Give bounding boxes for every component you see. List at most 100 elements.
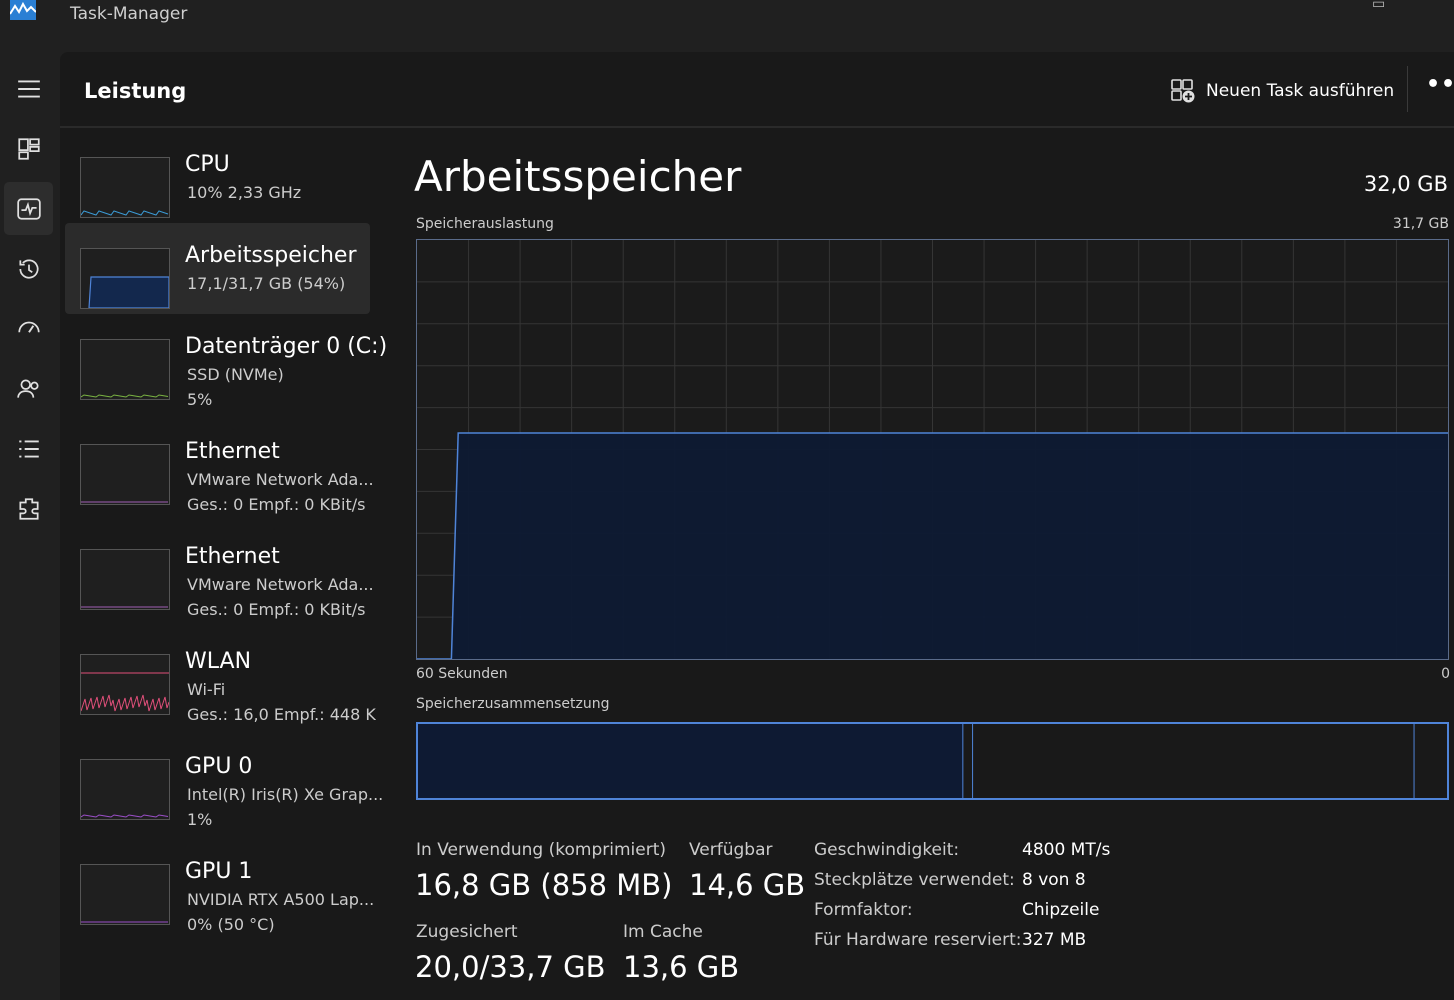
hardware-reserved-key: Für Hardware reserviert:: [814, 930, 1022, 950]
device-name: Ethernet: [185, 439, 280, 464]
device-item[interactable]: CPU 10% 2,33 GHz: [65, 132, 370, 223]
form-factor-key: Formfaktor:: [814, 900, 913, 920]
page-header: Leistung Neuen Task ausführen •••: [60, 52, 1454, 128]
device-detail-line: Wi-Fi: [187, 680, 226, 699]
available-value: 14,6 GB: [689, 868, 806, 902]
standby-segment: [973, 724, 1415, 798]
device-thumbnail-graph: [80, 339, 170, 400]
device-thumbnail-graph: [80, 444, 170, 505]
usage-chart-max: 31,7 GB: [1392, 216, 1449, 232]
speed-key: Geschwindigkeit:: [814, 840, 960, 860]
window-title: Task-Manager: [70, 4, 188, 24]
device-thumbnail-plot: [81, 210, 169, 216]
committed-value: 20,0/33,7 GB: [415, 950, 606, 984]
usage-chart-label: Speicherauslastung: [416, 216, 554, 232]
device-thumbnail-graph: [80, 248, 170, 309]
device-thumbnail-plot: [81, 672, 169, 712]
device-name: Datenträger 0 (C:): [185, 334, 388, 359]
device-name: GPU 0: [185, 754, 253, 779]
users-icon: [16, 378, 39, 398]
new-task-icon: [1171, 79, 1195, 103]
startup-apps-icon: [17, 321, 40, 333]
memory-usage-area: [417, 433, 1448, 659]
device-item[interactable]: Ethernet VMware Network Ada... Ges.: 0 Emp…: [65, 419, 374, 514]
device-detail-line: SSD (NVMe): [187, 365, 284, 384]
run-new-task-button[interactable]: Neuen Task ausführen: [1170, 76, 1394, 106]
device-item[interactable]: GPU 1 NVIDIA RTX A500 Lap... 0% (50 °C): [65, 839, 374, 934]
available-label: Verfügbar: [689, 840, 773, 860]
device-detail-line: 17,1/31,7 GB (54%): [187, 274, 346, 293]
device-name: GPU 1: [185, 859, 253, 884]
device-thumbnail-graph: [80, 759, 170, 820]
nav-app-history[interactable]: [4, 242, 53, 295]
device-name: WLAN: [185, 649, 252, 674]
total-capacity: 32,0 GB: [1363, 172, 1448, 196]
modified-segment: [963, 724, 974, 798]
time-axis-left-label: 60 Sekunden: [416, 666, 508, 682]
memory-composition-bar: [416, 722, 1449, 800]
header-separator: [1407, 66, 1408, 112]
device-item[interactable]: Datenträger 0 (C:) SSD (NVMe) 5%: [65, 314, 387, 409]
device-detail-line: Ges.: 16,0 Empf.: 448 K: [187, 705, 376, 724]
free-segment: [1414, 724, 1447, 798]
device-detail-line: VMware Network Ada...: [187, 575, 374, 594]
app-history-icon: [18, 258, 38, 279]
slots-used-value: 8 von 8: [1022, 870, 1086, 890]
device-item[interactable]: WLAN Wi-Fi Ges.: 16,0 Empf.: 448 K: [65, 629, 376, 724]
device-name: Ethernet: [185, 544, 280, 569]
nav-services[interactable]: [4, 482, 53, 535]
thumbnail-series: [81, 210, 169, 216]
device-item[interactable]: GPU 0 Intel(R) Iris(R) Xe Grap... 1%: [65, 734, 383, 829]
navigation-rail: [0, 52, 60, 1000]
time-axis-right-label: 0: [1441, 666, 1450, 682]
cached-label: Im Cache: [623, 922, 703, 942]
composition-label: Speicherzusammensetzung: [416, 696, 610, 712]
device-thumbnail-plot: [81, 921, 168, 923]
device-name: CPU: [185, 152, 230, 177]
speed-value: 4800 MT/s: [1022, 840, 1111, 860]
menu-button[interactable]: [4, 62, 53, 115]
nav-processes[interactable]: [4, 122, 53, 175]
nav-users[interactable]: [4, 362, 53, 415]
processes-icon: [17, 137, 40, 160]
device-detail-line: 5%: [187, 390, 213, 409]
hardware-reserved-value: 327 MB: [1022, 930, 1087, 950]
device-thumbnail-graph: [80, 157, 170, 218]
device-detail-line: 1%: [187, 810, 213, 829]
thumbnail-series: [81, 814, 169, 818]
main-panel: Leistung Neuen Task ausführen ••• CPU 10%…: [60, 52, 1454, 1000]
device-detail-line: 10% 2,33 GHz: [187, 183, 302, 202]
restore-button[interactable]: ▭: [1372, 0, 1385, 12]
thumbnail-series: [81, 694, 169, 712]
details-icon: [18, 439, 39, 458]
nav-details[interactable]: [4, 422, 53, 475]
more-options-button[interactable]: •••: [1426, 72, 1454, 97]
device-detail-line: Ges.: 0 Empf.: 0 KBit/s: [187, 495, 366, 514]
device-thumbnail-plot: [81, 501, 168, 503]
nav-performance[interactable]: [4, 182, 53, 235]
title-bar: Task-Manager ▭: [0, 0, 1454, 52]
device-thumbnail-plot: [81, 606, 168, 608]
slots-used-key: Steckplätze verwendet:: [814, 870, 1015, 890]
device-thumbnail-graph: [80, 654, 170, 715]
device-detail-line: VMware Network Ada...: [187, 470, 374, 489]
device-detail-line: Intel(R) Iris(R) Xe Grap...: [187, 785, 384, 804]
device-thumbnail-graph: [80, 864, 170, 925]
device-detail-line: NVIDIA RTX A500 Lap...: [187, 890, 375, 909]
run-new-task-label: Neuen Task ausführen: [1206, 81, 1395, 101]
services-icon: [18, 497, 39, 520]
committed-label: Zugesichert: [416, 922, 518, 942]
memory-usage-chart: [416, 239, 1449, 660]
device-item[interactable]: Ethernet VMware Network Ada... Ges.: 0 Emp…: [65, 524, 374, 619]
device-thumbnail-graph: [80, 549, 170, 610]
detail-title: Arbeitsspeicher: [414, 152, 742, 201]
memory-composition-plot: [418, 724, 1447, 798]
device-item[interactable]: Arbeitsspeicher 17,1/31,7 GB (54%): [65, 223, 370, 314]
in-use-value: 16,8 GB (858 MB): [415, 868, 673, 902]
in-use-label: In Verwendung (komprimiert): [416, 840, 666, 860]
nav-startup-apps[interactable]: [4, 302, 53, 355]
device-thumbnail-plot: [88, 276, 169, 308]
device-name: Arbeitsspeicher: [185, 243, 357, 268]
hamburger-icon: [17, 79, 40, 98]
form-factor-value: Chipzeile: [1022, 900, 1100, 920]
